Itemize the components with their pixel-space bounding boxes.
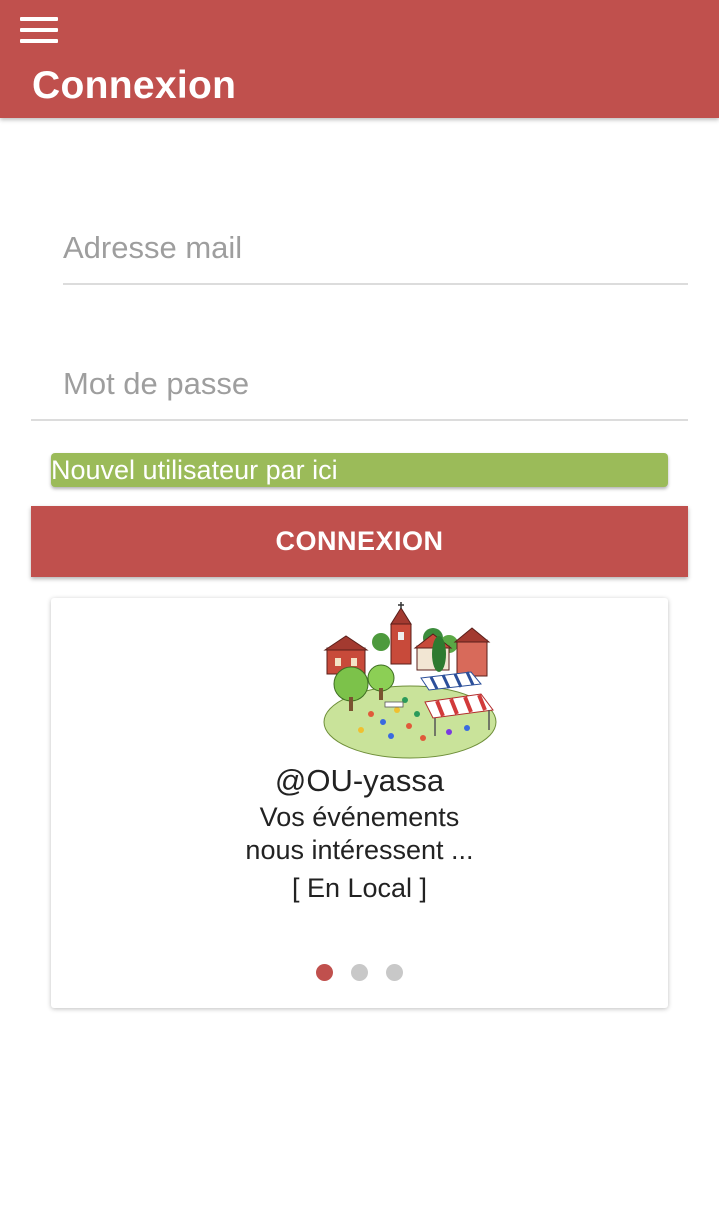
app-root: Connexion Nouvel utilisateur par ici CON… [0,0,719,1223]
email-field-wrapper [63,218,688,278]
email-field[interactable] [63,218,688,278]
carousel-dot-3[interactable] [386,964,403,981]
carousel-dot-1[interactable] [316,964,333,981]
app-bar: Connexion [0,0,719,118]
email-field-underline [63,283,688,285]
onboarding-carousel-card[interactable]: @OU-yassa Vos événements nous intéressen… [51,598,668,1008]
password-field[interactable] [63,354,688,414]
hamburger-menu-icon[interactable] [18,14,60,48]
password-field-underline [31,419,688,421]
connexion-button[interactable]: CONNEXION [31,506,688,577]
slide-text-line-2: nous intéressent ... [245,835,474,865]
slide-text-line-3: [ En Local ] [291,873,428,903]
slide-title: @OU-yassa [274,763,445,798]
village-market-illustration [323,602,497,759]
carousel-pagination [51,964,668,982]
new-user-link[interactable]: Nouvel utilisateur par ici [51,453,668,487]
carousel-dot-2[interactable] [351,964,368,981]
password-field-wrapper [63,354,688,414]
page-title: Connexion [32,64,237,107]
slide-text-line-1: Vos événements [259,802,460,832]
